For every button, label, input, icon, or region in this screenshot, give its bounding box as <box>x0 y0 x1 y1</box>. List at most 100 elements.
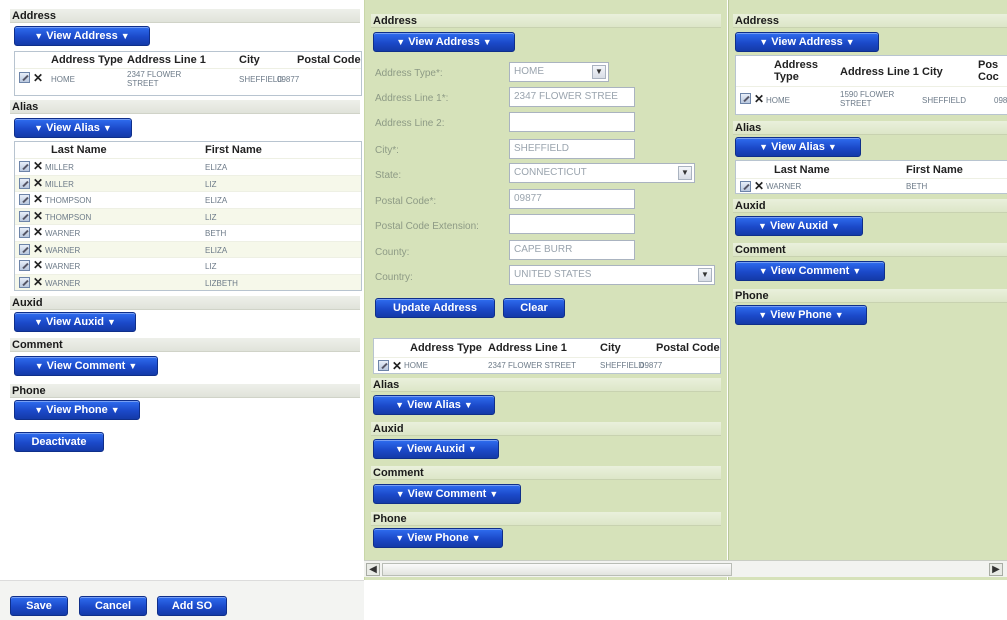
view-address-label: View Address <box>408 36 480 48</box>
scrollbar-thumb[interactable] <box>382 563 732 576</box>
address-section-header: Address <box>733 14 1007 28</box>
edit-icon[interactable] <box>19 72 30 83</box>
table-row[interactable]: ✕ THOMPSON ELIZA <box>15 191 361 207</box>
column-header: Address Type <box>774 59 819 83</box>
edit-icon[interactable] <box>19 260 30 271</box>
city-input[interactable]: SHEFFIELD <box>509 139 635 159</box>
edit-icon[interactable] <box>19 227 30 238</box>
delete-x-icon[interactable]: ✕ <box>33 177 43 189</box>
arrow-left-icon[interactable]: ◀ <box>366 563 380 576</box>
arrow-right-icon[interactable]: ▶ <box>989 563 1003 576</box>
postal-ext-input[interactable] <box>509 214 635 234</box>
edit-icon[interactable] <box>19 177 30 189</box>
alias-section-header: Alias <box>10 100 360 114</box>
column-header: Last Name <box>51 144 107 156</box>
cell-postal: 09877 <box>640 361 663 370</box>
edit-icon[interactable] <box>19 276 30 288</box>
delete-x-icon[interactable]: ✕ <box>33 243 43 255</box>
table-row[interactable]: ✕ WARNER BETH <box>15 224 361 240</box>
deactivate-button[interactable]: Deactivate <box>14 432 104 452</box>
view-address-button[interactable]: ▼ View Address ▼ <box>14 26 150 46</box>
address-line2-input[interactable] <box>509 112 635 132</box>
country-select[interactable]: UNITED STATES ▼ <box>509 265 715 285</box>
delete-x-icon[interactable]: ✕ <box>754 180 764 192</box>
edit-icon[interactable] <box>19 243 30 255</box>
update-address-button[interactable]: Update Address <box>375 298 495 318</box>
save-button[interactable]: Save <box>10 596 68 616</box>
state-label: State: <box>375 170 402 181</box>
cell-last-name: MILLER <box>45 163 74 172</box>
county-input[interactable]: CAPE BURR <box>509 240 635 260</box>
view-comment-button[interactable]: ▼ View Comment ▼ <box>14 356 158 376</box>
chevron-down-icon: ▼ <box>463 400 473 410</box>
add-so-button[interactable]: Add SO <box>157 596 227 616</box>
column-header: Address Line 1 <box>127 54 206 66</box>
delete-x-icon[interactable]: ✕ <box>754 93 764 105</box>
edit-icon[interactable] <box>19 194 30 205</box>
view-alias-button[interactable]: ▼ View Alias ▼ <box>14 118 132 138</box>
view-phone-label: View Phone <box>407 532 469 544</box>
column-header: City <box>600 342 621 354</box>
view-comment-button[interactable]: ▼ View Comment ▼ <box>735 261 885 281</box>
table-row[interactable]: ✕ THOMPSON LIZ <box>15 207 361 224</box>
delete-x-icon[interactable]: ✕ <box>33 72 43 84</box>
edit-icon[interactable] <box>378 360 389 371</box>
delete-x-icon[interactable]: ✕ <box>33 276 43 288</box>
delete-x-icon[interactable]: ✕ <box>33 226 43 238</box>
chevron-down-icon[interactable]: ▼ <box>678 166 692 180</box>
view-phone-button[interactable]: ▼ View Phone ▼ <box>735 305 867 325</box>
column-header: Last Name <box>774 164 830 176</box>
view-address-button[interactable]: ▼ View Address ▼ <box>735 32 879 52</box>
delete-x-icon[interactable]: ✕ <box>33 160 43 172</box>
line1-label: Address Line 1*: <box>375 93 449 104</box>
postal-code-input[interactable]: 09877 <box>509 189 635 209</box>
table-row[interactable]: ✕ WARNER LIZ <box>15 257 361 273</box>
edit-icon[interactable] <box>740 181 751 192</box>
address-grid: Address Type Address Line 1 City Pos Coc… <box>735 55 1007 115</box>
address-section-header: Address <box>10 9 360 23</box>
view-alias-button[interactable]: ▼ View Alias ▼ <box>735 137 861 157</box>
column-header: Address Line 1 <box>840 66 919 78</box>
table-row[interactable]: ✕ MILLER LIZ <box>15 174 361 191</box>
view-comment-button[interactable]: ▼ View Comment ▼ <box>373 484 521 504</box>
table-row[interactable]: ✕ HOME 2347 FLOWER STREET SHEFFIELD 0987… <box>374 357 720 373</box>
chevron-down-icon: ▼ <box>758 310 768 320</box>
view-address-button[interactable]: ▼ View Address ▼ <box>373 32 515 52</box>
table-row[interactable]: ✕ MILLER ELIZA <box>15 158 361 174</box>
address-type-value: HOME <box>514 66 544 77</box>
delete-x-icon[interactable]: ✕ <box>392 360 402 372</box>
table-row[interactable]: ✕ WARNER BETH <box>736 178 1007 193</box>
chevron-down-icon[interactable]: ▼ <box>592 65 606 79</box>
delete-x-icon[interactable]: ✕ <box>33 193 43 205</box>
column-header: First Name <box>205 144 262 156</box>
table-row[interactable]: ✕ WARNER ELIZA <box>15 240 361 257</box>
table-row[interactable]: ✕ HOME 2347 FLOWER STREET SHEFFIELD 0987… <box>15 68 361 95</box>
middle-pane: Address ▼ View Address ▼ Address Type*: HO… <box>364 0 727 580</box>
view-auxid-button[interactable]: ▼ View Auxid ▼ <box>373 439 499 459</box>
chevron-down-icon: ▼ <box>827 142 837 152</box>
address-grid: Address Type Address Line 1 City Postal … <box>14 51 362 96</box>
delete-x-icon[interactable]: ✕ <box>33 210 43 222</box>
state-select[interactable]: CONNECTICUT ▼ <box>509 163 695 183</box>
view-alias-button[interactable]: ▼ View Alias ▼ <box>373 395 495 415</box>
address-line1-input[interactable]: 2347 FLOWER STREE <box>509 87 635 107</box>
view-auxid-button[interactable]: ▼ View Auxid ▼ <box>14 312 136 332</box>
column-header: Address Line 1 <box>488 342 567 354</box>
horizontal-scrollbar[interactable]: ◀ ▶ <box>364 560 1007 577</box>
chevron-down-icon[interactable]: ▼ <box>698 268 712 282</box>
clear-button[interactable]: Clear <box>503 298 565 318</box>
column-header: Pos Coc <box>978 59 999 83</box>
view-phone-button[interactable]: ▼ View Phone ▼ <box>373 528 503 548</box>
edit-icon[interactable] <box>740 93 751 104</box>
edit-icon[interactable] <box>19 210 30 222</box>
view-auxid-button[interactable]: ▼ View Auxid ▼ <box>735 216 863 236</box>
cell-first-name: ELIZA <box>205 196 228 205</box>
phone-section-header: Phone <box>371 512 721 526</box>
table-row[interactable]: ✕ HOME 1590 FLOWER STREET SHEFFIELD 098 <box>736 86 1007 114</box>
edit-icon[interactable] <box>19 161 30 172</box>
cancel-button[interactable]: Cancel <box>79 596 147 616</box>
delete-x-icon[interactable]: ✕ <box>33 259 43 271</box>
view-phone-button[interactable]: ▼ View Phone ▼ <box>14 400 140 420</box>
address-type-select[interactable]: HOME ▼ <box>509 62 609 82</box>
table-row[interactable]: ✕ WARNER LIZBETH <box>15 273 361 290</box>
